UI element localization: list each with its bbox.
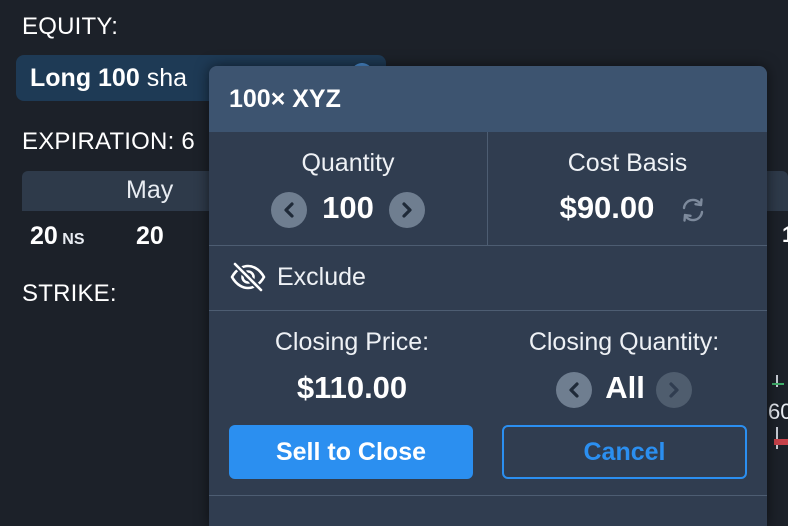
footer-divider [209,495,767,496]
exclude-toggle[interactable]: Exclude [209,246,767,310]
strike-chart-edge: 60 [768,375,788,455]
eye-slash-icon [230,262,266,292]
quantity-increment-button[interactable] [389,192,425,228]
equity-position-text: Long 100 sha [30,64,187,93]
quantity-decrement-button[interactable] [271,192,307,228]
section-divider [209,310,767,311]
closing-quantity-decrement-button[interactable] [556,372,592,408]
expiration-date-day: 20 [30,222,58,250]
month-label: May [126,176,174,204]
closing-quantity-increment-button[interactable] [656,372,692,408]
expiration-date-day: 20 [136,222,164,250]
cost-basis-label: Cost Basis [567,149,688,177]
equity-position-suffix: sha [146,64,188,92]
popup-title: 100× XYZ [229,85,341,113]
closing-price-label: Closing Price: [274,328,430,356]
strike-label-edge: 60 [768,399,788,424]
closing-quantity-label: Closing Quantity: [528,328,720,356]
cancel-button[interactable]: Cancel [502,425,747,479]
chevron-left-icon [284,202,294,218]
chart-tick [776,427,778,449]
strike-section-label: STRIKE: [22,280,117,307]
sell-to-close-button[interactable]: Sell to Close [229,425,473,479]
refresh-icon[interactable] [679,196,707,224]
closing-quantity-value[interactable]: All [597,370,653,406]
edge-date-day: 1 [782,222,788,248]
position-popup: 100× XYZ Quantity 100 Cost Basis $90.00 … [209,66,767,526]
chevron-right-icon [402,202,412,218]
chevron-left-icon [569,382,579,398]
expiration-section-label: EXPIRATION: 6 [22,128,195,155]
expiration-date-item[interactable]: 20 [136,222,164,251]
exclude-label: Exclude [277,263,366,291]
expiration-date-tag: NS [62,231,85,248]
chevron-right-icon [669,382,679,398]
equity-section-label: EQUITY: [22,13,119,40]
closing-price-value[interactable]: $110.00 [209,370,495,406]
expiration-date-item[interactable]: 20 NS [30,222,85,251]
quantity-value[interactable]: 100 [313,190,383,226]
quantity-label: Quantity [301,149,395,177]
equity-position-prefix: Long 100 [30,64,140,92]
chart-bar-green [772,383,784,385]
chart-bar-red [774,439,788,445]
cost-basis-value[interactable]: $90.00 [539,190,675,226]
popup-header: 100× XYZ [209,66,767,132]
chart-tick [776,375,778,387]
